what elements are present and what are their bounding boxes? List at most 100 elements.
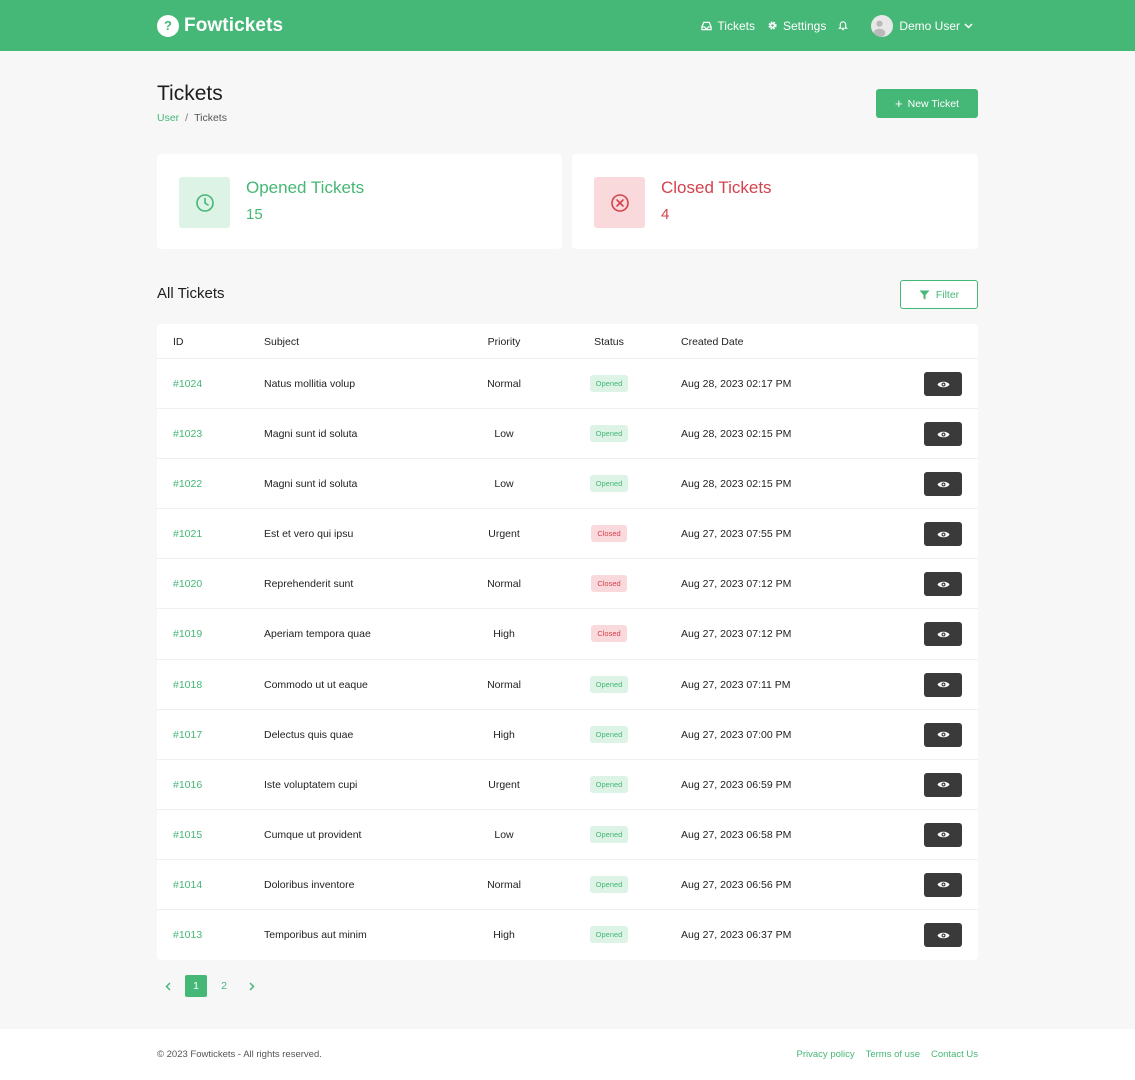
ticket-subject: Magni sunt id soluta [264,478,358,491]
notifications-button[interactable] [838,20,853,31]
column-header-id: ID [173,336,184,348]
ticket-subject: Magni sunt id soluta [264,428,358,441]
opened-tickets-card: Opened Tickets 15 [157,154,562,249]
view-ticket-button[interactable] [924,622,962,647]
user-menu[interactable]: Demo User [871,14,978,37]
page-title: Tickets [157,82,223,105]
copyright: © 2023 Fowtickets - All rights reserved. [157,1049,322,1060]
ticket-id-link[interactable]: #1019 [173,628,202,640]
nav-settings-label: Settings [782,18,827,33]
closed-tickets-label: Closed Tickets [661,178,772,197]
pagination-next[interactable] [241,975,263,997]
status-badge: Opened [589,875,629,893]
ticket-id-link[interactable]: #1017 [173,729,202,741]
ticket-id-link[interactable]: #1021 [173,528,202,540]
view-ticket-button[interactable] [924,872,962,897]
clock-icon [179,177,230,228]
filter-button[interactable]: Filter [900,280,978,309]
ticket-status: Closed [562,575,656,593]
breadcrumb-separator: / [185,112,189,124]
ticket-id-link[interactable]: #1022 [173,478,202,490]
table-row: #1014 Doloribus inventore Normal Opened Aug … [157,860,978,911]
pagination-page-2[interactable]: 2 [213,975,235,997]
chevron-left-icon [165,981,171,991]
status-badge: Opened [589,775,629,793]
ticket-id-link[interactable]: #1014 [173,879,202,891]
ticket-created-date: Aug 27, 2023 06:58 PM [681,828,792,841]
ticket-id-link[interactable]: #1018 [173,679,202,691]
table-body: #1024 Natus mollitia volup Normal Opened Aug… [157,359,978,960]
status-badge: Opened [589,425,629,443]
column-header-status: Status [594,336,624,348]
view-ticket-button[interactable] [924,472,962,497]
view-ticket-button[interactable] [924,923,962,948]
ticket-status: Closed [562,525,656,543]
status-badge: Opened [589,675,629,693]
footer-links: Privacy policy Terms of use Contact Us [786,1049,978,1060]
ticket-status: Opened [562,926,656,944]
x-circle-icon [594,177,645,228]
status-badge: Closed [591,625,627,643]
view-ticket-button[interactable] [924,772,962,797]
eye-icon [937,531,949,538]
ticket-id-link[interactable]: #1024 [173,378,202,390]
eye-icon [937,631,949,638]
new-ticket-button[interactable]: + New Ticket [876,89,978,118]
status-badge: Opened [589,825,629,843]
closed-tickets-card: Closed Tickets 4 [572,154,978,249]
view-ticket-button[interactable] [924,372,962,396]
brand-link[interactable]: ? Fowtickets [157,12,283,39]
nav-tickets-label: Tickets [717,18,755,33]
ticket-created-date: Aug 27, 2023 07:12 PM [681,578,792,591]
chevron-right-icon [249,981,255,991]
ticket-priority: Urgent [488,778,520,791]
footer: © 2023 Fowtickets - All rights reserved.… [0,1029,1135,1080]
table-row: #1018 Commodo ut ut eaque Normal Opened Aug … [157,660,978,710]
view-ticket-button[interactable] [924,422,962,447]
breadcrumb-user[interactable]: User [157,112,179,124]
ticket-subject: Est et vero qui ipsu [264,528,354,541]
inbox-icon [701,21,713,30]
status-badge: Opened [589,475,629,493]
ticket-subject: Doloribus inventore [264,878,355,891]
status-badge: Opened [589,725,629,743]
view-ticket-button[interactable] [924,572,962,597]
view-ticket-button[interactable] [924,522,962,547]
footer-link-privacy[interactable]: Privacy policy [797,1049,855,1060]
ticket-id-link[interactable]: #1016 [173,779,202,791]
eye-icon [937,381,949,387]
ticket-id-link[interactable]: #1020 [173,578,202,590]
ticket-created-date: Aug 27, 2023 07:12 PM [681,628,792,641]
ticket-created-date: Aug 28, 2023 02:15 PM [681,428,792,441]
footer-link-contact[interactable]: Contact Us [931,1049,978,1060]
ticket-subject: Iste voluptatem cupi [264,778,358,791]
nav-tickets[interactable]: Tickets [701,19,755,33]
ticket-status: Opened [562,475,656,493]
ticket-id-link[interactable]: #1013 [173,929,202,941]
footer-link-terms[interactable]: Terms of use [866,1049,920,1060]
ticket-priority: Urgent [488,528,520,541]
pagination-page-1[interactable]: 1 [185,975,207,997]
ticket-priority: High [493,728,515,741]
avatar [871,14,894,37]
nav-settings[interactable]: Settings [767,19,826,33]
ticket-status: Closed [562,625,656,643]
table-row: #1017 Delectus quis quae High Opened Aug 27,… [157,710,978,760]
ticket-priority: High [493,929,515,942]
pagination-prev[interactable] [157,975,179,997]
ticket-created-date: Aug 27, 2023 07:00 PM [681,728,792,741]
ticket-created-date: Aug 28, 2023 02:15 PM [681,478,792,491]
view-ticket-button[interactable] [924,722,962,747]
view-ticket-button[interactable] [924,672,962,697]
view-ticket-button[interactable] [924,822,962,847]
opened-tickets-count: 15 [246,206,263,223]
ticket-subject: Cumque ut provident [264,828,362,841]
plus-icon: + [895,96,903,111]
ticket-priority: Normal [487,378,521,390]
eye-icon [937,932,949,938]
ticket-priority: Normal [487,578,521,591]
ticket-id-link[interactable]: #1023 [173,428,202,440]
ticket-id-link[interactable]: #1015 [173,829,202,841]
ticket-created-date: Aug 27, 2023 07:55 PM [681,528,792,541]
status-badge: Closed [591,525,627,543]
